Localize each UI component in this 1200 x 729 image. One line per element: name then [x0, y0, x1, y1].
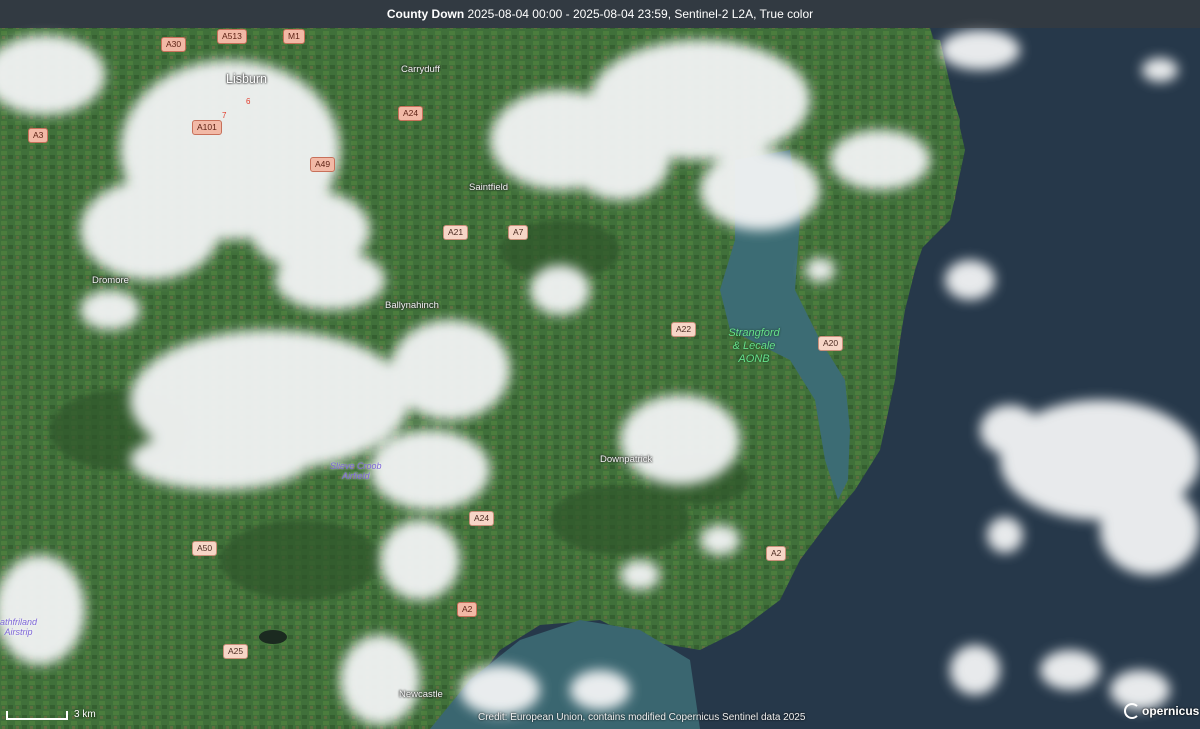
town-label-saintfield[interactable]: Saintfield	[469, 182, 508, 193]
road-shield-a20[interactable]: A20	[818, 336, 844, 351]
road-shield-a21[interactable]: A21	[443, 225, 469, 240]
copernicus-logo: opernicus	[1124, 703, 1199, 719]
poi-rathfriland-line-2: Airstrip	[4, 627, 33, 637]
poi-rathfriland-line-1: athfriland	[0, 617, 38, 627]
junction-label-6: 6	[246, 97, 251, 106]
town-label-ballynahinch[interactable]: Ballynahinch	[385, 300, 439, 311]
poi-slieve-croob-line-1: Slieve Croob	[330, 461, 382, 471]
scale-bar: 3 km	[6, 710, 96, 720]
town-label-downpatrick[interactable]: Downpatrick	[600, 454, 652, 465]
road-shield-a24-north[interactable]: A24	[398, 106, 424, 121]
road-shield-a513[interactable]: A513	[217, 29, 247, 44]
road-shield-a25[interactable]: A25	[223, 644, 249, 659]
aonb-line-1: Strangford	[728, 327, 780, 339]
road-shield-a3[interactable]: A3	[28, 128, 49, 143]
date-range-details: 2025-08-04 00:00 - 2025-08-04 23:59, Sen…	[467, 7, 814, 21]
road-shield-a30[interactable]: A30	[161, 37, 187, 52]
road-shield-a2-south[interactable]: A2	[457, 602, 478, 617]
copernicus-logo-text: opernicus	[1142, 704, 1200, 718]
lough-island	[259, 630, 287, 644]
road-shield-a101[interactable]: A101	[192, 120, 222, 135]
aonb-line-3: AONB	[738, 353, 770, 365]
road-shield-a7[interactable]: A7	[508, 225, 529, 240]
aonb-label[interactable]: Strangford & Lecale AONB	[724, 327, 784, 366]
road-shield-a22[interactable]: A22	[671, 322, 697, 337]
poi-slieve-croob-airfield[interactable]: Slieve Croob Airfield	[330, 461, 382, 481]
satellite-map[interactable]	[0, 0, 1200, 729]
aonb-line-2: & Lecale	[732, 340, 776, 352]
poi-slieve-croob-line-2: Airfield	[342, 471, 370, 481]
junction-label-7: 7	[222, 111, 227, 120]
region-title: County Down	[386, 7, 465, 21]
scale-bar-line	[6, 711, 68, 720]
town-label-dromore[interactable]: Dromore	[92, 275, 129, 286]
road-shield-a49[interactable]: A49	[310, 157, 336, 172]
road-shield-a24-south[interactable]: A24	[469, 511, 495, 526]
road-shield-a50[interactable]: A50	[192, 541, 218, 556]
town-label-newcastle[interactable]: Newcastle	[399, 689, 443, 700]
attribution-credit: Credit: European Union, contains modifie…	[478, 712, 806, 723]
road-shield-m1[interactable]: M1	[283, 29, 305, 44]
title-bar: County Down 2025-08-04 00:00 - 2025-08-0…	[0, 0, 1200, 28]
copernicus-logo-icon	[1124, 703, 1140, 719]
town-label-carryduff[interactable]: Carryduff	[401, 64, 440, 75]
road-shield-a2-east[interactable]: A2	[766, 546, 787, 561]
poi-rathfriland-airstrip[interactable]: athfriland Airstrip	[0, 617, 37, 637]
town-label-lisburn[interactable]: Lisburn	[226, 72, 267, 86]
scale-label: 3 km	[74, 709, 96, 720]
